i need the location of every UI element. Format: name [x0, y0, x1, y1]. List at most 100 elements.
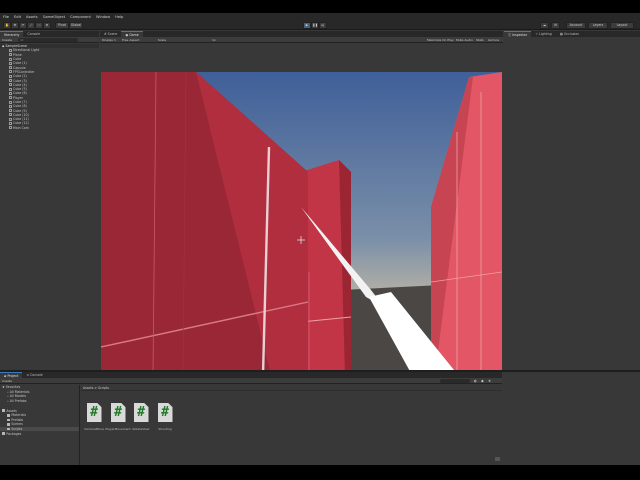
asset-rotateview[interactable]: # RotateView — [131, 403, 151, 439]
csharp-script-icon: # — [110, 403, 126, 422]
project-content: Assets > Scripts # CameraMove # PlayerMo… — [81, 385, 502, 465]
unity-editor-window: File Edit Assets GameObject Component Wi… — [0, 13, 640, 465]
hierarchy-item-label: Main Cam — [13, 125, 29, 130]
menu-window[interactable]: Window — [96, 15, 110, 19]
star-small-icon: ★ — [2, 385, 5, 390]
hierarchy-search-input[interactable] — [18, 38, 78, 42]
menu-bar: File Edit Assets GameObject Component Wi… — [0, 13, 640, 20]
filter-type-icon[interactable]: ◐ — [474, 379, 477, 383]
star-icon[interactable]: ★ — [488, 379, 491, 383]
pivot-toggle[interactable]: Pivot — [55, 21, 69, 29]
maximize-on-play-toggle[interactable]: Maximize On Play — [427, 38, 454, 42]
hierarchy-tree: ◆ SampleScene Directional Light Plane Cube… — [0, 44, 99, 130]
filter-label-icon[interactable]: ◆ — [481, 379, 484, 383]
inspector-panel-lower — [503, 372, 640, 465]
asset-cameramove[interactable]: # CameraMove — [84, 403, 104, 439]
info-icon: ⓘ — [508, 33, 512, 37]
search-icon: ⌕ — [7, 394, 9, 399]
gizmos-toggle[interactable]: Gizmos — [488, 38, 499, 42]
game-render-viewport[interactable] — [101, 72, 502, 375]
layers-dropdown[interactable]: Layers — [588, 21, 608, 29]
gameobject-icon — [9, 91, 12, 95]
gameobject-icon — [9, 121, 12, 125]
mute-audio-toggle[interactable]: Mute Audio — [456, 38, 473, 42]
account-dropdown[interactable]: Account — [566, 21, 586, 29]
services-button[interactable]: ⚙ — [551, 21, 560, 29]
zoom-slider-handle[interactable] — [495, 457, 500, 461]
play-icon: ▶ — [305, 23, 309, 27]
csharp-script-icon: # — [133, 403, 149, 422]
inspector-tabs: ⓘ Inspector ☼ Lighting ▦ Occlusion — [504, 31, 640, 37]
gameobject-icon — [9, 83, 12, 87]
hierarchy-search-bar: Create — [0, 37, 99, 43]
gameobject-icon — [9, 79, 12, 83]
asset-shooting[interactable]: # Shooting — [155, 403, 175, 439]
collab-cloud-button[interactable]: ☁ — [540, 21, 549, 29]
inspector-panel: ⓘ Inspector ☼ Lighting ▦ Occlusion — [504, 31, 640, 370]
folder-icon — [2, 409, 6, 412]
menu-component[interactable]: Component — [70, 15, 91, 19]
project-search-input[interactable] — [440, 379, 470, 383]
hierarchy-panel: Hierarchy Console Create ◆ SampleScene D… — [0, 31, 99, 370]
rotate-tool-button[interactable]: ⟳ — [19, 21, 27, 29]
tab-occlusion[interactable]: ▦ Occlusion — [556, 31, 583, 37]
rect-tool-button[interactable]: ▭ — [35, 21, 43, 29]
csharp-script-icon: # — [86, 403, 102, 422]
folder-icon — [7, 418, 11, 422]
unity-scene-icon: ◆ — [2, 44, 5, 49]
asset-playermovement[interactable]: # PlayerMovement — [105, 403, 131, 439]
gameobject-icon — [9, 53, 12, 57]
display-dropdown[interactable]: Display 1 — [102, 38, 116, 42]
layout-dropdown[interactable]: Layout — [610, 21, 634, 29]
transform-tool-button[interactable]: ⊕ — [43, 21, 51, 29]
gameobject-icon — [9, 96, 12, 100]
game-view-panel: # Scene ◉ Game Display 1 Free Aspect Scale… — [100, 31, 503, 375]
play-button[interactable]: ▶ — [303, 21, 311, 29]
hierarchy-create-button[interactable]: Create — [2, 38, 12, 42]
project-toolbar: Create ◐ ◆ ★ — [0, 378, 502, 384]
menu-file[interactable]: File — [3, 15, 9, 19]
gameobject-icon — [9, 70, 12, 74]
packages-root[interactable]: Packages — [0, 431, 79, 436]
pause-button[interactable]: ❚❚ — [311, 21, 319, 29]
favorite-all-prefabs[interactable]: ⌕ All Prefabs — [0, 399, 79, 404]
global-toggle[interactable]: Global — [69, 21, 83, 29]
menu-edit[interactable]: Edit — [14, 15, 21, 19]
tab-lighting[interactable]: ☼ Lighting — [531, 31, 556, 37]
center-pillar — [300, 160, 352, 375]
hand-tool-button[interactable]: ✋ — [3, 21, 11, 29]
bulb-icon: ☼ — [535, 32, 538, 36]
aspect-dropdown[interactable]: Free Aspect — [122, 38, 140, 42]
hierarchy-item[interactable]: Main Cam — [0, 126, 99, 130]
gameobject-icon — [9, 57, 12, 61]
main-toolbar: ✋ ✥ ⟳ ⤢ ▭ ⊕ Pivot Global ▶ ❚❚ ▸| ☁ ⚙ Acc… — [0, 20, 640, 30]
tab-inspector[interactable]: ⓘ Inspector — [504, 31, 532, 37]
console-tab-icon: ≡ — [26, 373, 30, 377]
folder-icon — [7, 423, 11, 426]
step-button[interactable]: ▸| — [319, 21, 327, 29]
game-tab-icon: ◉ — [125, 32, 129, 37]
menu-gameobject[interactable]: GameObject — [43, 15, 65, 19]
gameobject-icon — [9, 113, 12, 117]
menu-assets[interactable]: Assets — [26, 15, 38, 19]
folder-icon — [7, 427, 11, 431]
project-create-button[interactable]: Create — [2, 379, 12, 383]
search-icon: ⌕ — [7, 389, 9, 394]
project-panel: ▰ Project ≡ Console Create ◐ ◆ ★ ★ Favorite… — [0, 372, 502, 465]
breadcrumb: Assets > Scripts — [81, 385, 502, 391]
menu-help[interactable]: Help — [115, 15, 123, 19]
gameobject-icon — [9, 61, 12, 65]
search-icon: ⌕ — [7, 399, 9, 404]
gameobject-icon — [9, 126, 12, 130]
project-tree: ★ Favorites ⌕ All Materials ⌕ All Models ⌕ A… — [0, 385, 80, 465]
gameobject-icon — [9, 109, 12, 113]
gameobject-icon — [9, 87, 12, 91]
move-tool-button[interactable]: ✥ — [11, 21, 19, 29]
stats-toggle[interactable]: Stats — [476, 38, 484, 42]
scale-tool-button[interactable]: ⤢ — [27, 21, 35, 29]
folder-icon — [2, 432, 6, 435]
gameobject-icon — [9, 100, 12, 104]
folder-icon — [7, 413, 11, 417]
scale-value[interactable]: 1x — [212, 38, 216, 42]
gameobject-icon — [9, 66, 12, 70]
